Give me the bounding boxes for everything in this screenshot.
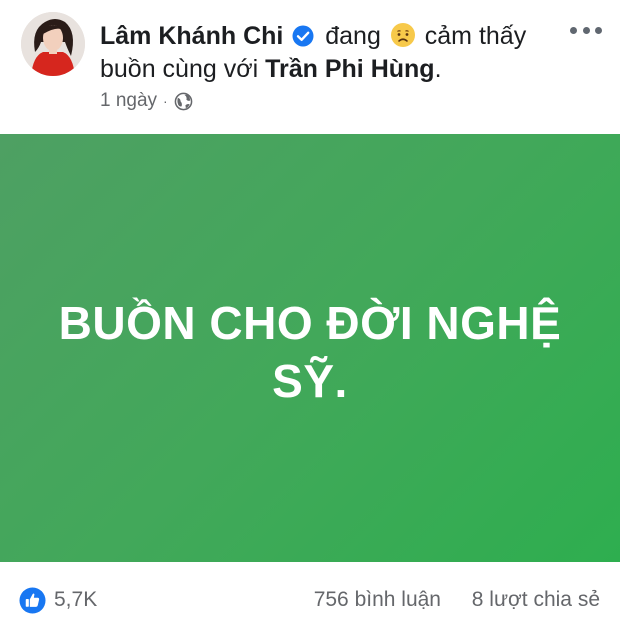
comment-count[interactable]: 756 bình luận: [314, 588, 441, 612]
banner-text: BUỒN CHO ĐỜI NGHỆ SỸ.: [0, 294, 620, 410]
timestamp[interactable]: 1 ngày: [100, 90, 157, 112]
feeling-line2: buồn cùng với: [100, 55, 259, 83]
more-dot: [582, 26, 590, 34]
meta-separator: ·: [163, 93, 168, 109]
like-reaction-icon[interactable]: [19, 587, 46, 614]
post-stats: 5,7K 756 bình luận 8 lượt chia sẻ: [0, 562, 620, 622]
banner-line-2: SỸ.: [272, 355, 348, 407]
share-count[interactable]: 8 lượt chia sẻ: [472, 588, 600, 612]
banner-line-1: BUỒN CHO ĐỜI NGHỆ: [58, 297, 562, 349]
title-period: .: [434, 55, 442, 83]
feeling-prefix: đang: [325, 22, 381, 50]
avatar[interactable]: [21, 12, 85, 76]
more-dot: [595, 26, 602, 34]
post-header: Lâm Khánh Chi đang cảm thấy buồn cùng vớ…: [0, 0, 620, 134]
more-dot: [570, 26, 577, 34]
post-meta: 1 ngày ·: [100, 90, 193, 112]
post-title: Lâm Khánh Chi đang cảm thấy buồn cùng vớ…: [100, 20, 540, 86]
globe-icon[interactable]: [174, 92, 193, 111]
like-count[interactable]: 5,7K: [54, 588, 97, 612]
author-name[interactable]: Lâm Khánh Chi: [100, 22, 283, 50]
tagged-person[interactable]: Trần Phi Hùng: [265, 55, 434, 83]
verified-badge-icon: [292, 25, 314, 47]
feeling-text: cảm thấy: [424, 22, 527, 50]
sad-face-emoji-icon: [390, 23, 415, 47]
more-options-icon[interactable]: [570, 20, 602, 40]
post-banner[interactable]: BUỒN CHO ĐỜI NGHỆ SỸ.: [0, 134, 620, 562]
